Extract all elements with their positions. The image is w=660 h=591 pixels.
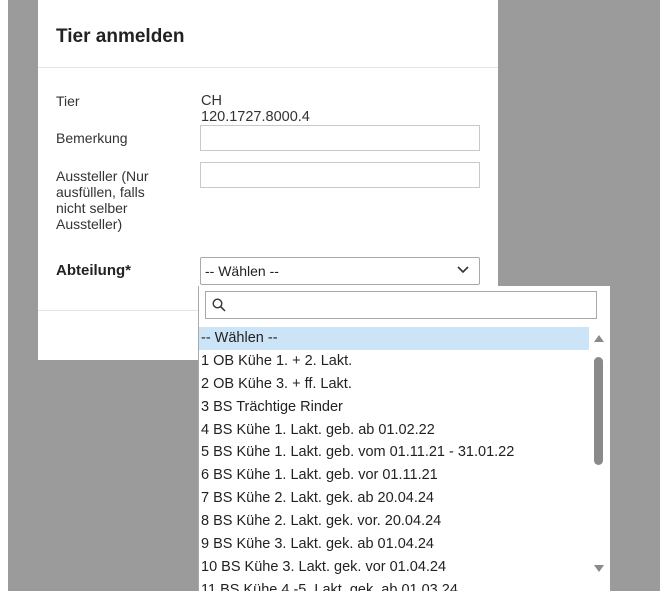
dropdown-option[interactable]: 7 BS Kühe 2. Lakt. gek. ab 20.04.24 <box>199 487 589 510</box>
abteilung-selected-value: -- Wählen -- <box>205 263 279 279</box>
search-icon <box>212 298 226 312</box>
dropdown-option[interactable]: 11 BS Kühe 4.-5. Lakt. gek. ab 01.03.24 <box>199 579 589 591</box>
dialog-title: Tier anmelden <box>56 26 185 47</box>
dropdown-option[interactable]: -- Wählen -- <box>199 327 589 350</box>
scroll-down-arrow-icon[interactable] <box>594 565 604 572</box>
aussteller-label-line: ausfüllen, falls <box>56 184 145 200</box>
dropdown-option[interactable]: 6 BS Kühe 1. Lakt. geb. vor 01.11.21 <box>199 464 589 487</box>
dropdown-search-box[interactable] <box>205 291 597 319</box>
abteilung-label: Abteilung* <box>56 262 131 279</box>
dropdown-option[interactable]: 4 BS Kühe 1. Lakt. geb. ab 01.02.22 <box>199 419 589 442</box>
dropdown-scrollbar[interactable] <box>589 327 609 577</box>
dialog-header: Tier anmelden <box>38 0 498 68</box>
aussteller-label-line: nicht selber <box>56 200 128 216</box>
aussteller-label-line: Aussteller (Nur <box>56 168 149 184</box>
abteilung-select[interactable]: -- Wählen -- <box>200 257 480 285</box>
dropdown-option[interactable]: 9 BS Kühe 3. Lakt. gek. ab 01.04.24 <box>199 533 589 556</box>
dropdown-option[interactable]: 5 BS Kühe 1. Lakt. geb. vom 01.11.21 - 3… <box>199 441 589 464</box>
aussteller-label-line: Aussteller) <box>56 216 123 232</box>
chevron-down-icon <box>457 266 469 274</box>
bemerkung-input[interactable] <box>200 125 480 151</box>
abteilung-dropdown: -- Wählen -- 1 OB Kühe 1. + 2. Lakt. 2 OB … <box>198 286 610 591</box>
tier-label: Tier <box>56 93 80 109</box>
bemerkung-label: Bemerkung <box>56 130 128 146</box>
aussteller-input[interactable] <box>200 162 480 188</box>
dropdown-option-list: -- Wählen -- 1 OB Kühe 1. + 2. Lakt. 2 OB … <box>199 327 589 591</box>
scrollbar-thumb[interactable] <box>594 357 603 465</box>
scroll-up-arrow-icon[interactable] <box>594 335 604 342</box>
dropdown-option[interactable]: 8 BS Kühe 2. Lakt. gek. vor. 20.04.24 <box>199 510 589 533</box>
dropdown-option[interactable]: 10 BS Kühe 3. Lakt. gek. vor 01.04.24 <box>199 556 589 579</box>
aussteller-label: Aussteller (Nur ausfüllen, falls nicht s… <box>56 168 186 232</box>
dropdown-option[interactable]: 3 BS Trächtige Rinder <box>199 396 589 419</box>
dropdown-option[interactable]: 1 OB Kühe 1. + 2. Lakt. <box>199 350 589 373</box>
dropdown-option[interactable]: 2 OB Kühe 3. + ff. Lakt. <box>199 373 589 396</box>
